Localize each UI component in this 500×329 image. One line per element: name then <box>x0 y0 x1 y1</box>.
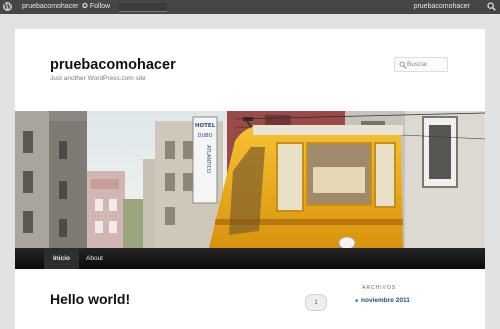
search-placeholder: Buscar <box>407 61 428 68</box>
comments-link[interactable]: 1 <box>305 294 327 311</box>
follow-label: Follow <box>89 3 111 10</box>
page-wrapper: pruebacomohacer Just another WordPress.c… <box>15 29 485 329</box>
admin-bar-site-link[interactable]: pruebacomohacer <box>22 0 78 14</box>
svg-text:ATLANTICO: ATLANTICO <box>205 145 211 173</box>
site-description: Just another WordPress.com site <box>50 75 146 82</box>
wordpress-logo-icon[interactable]: W <box>3 0 13 14</box>
bullet-icon: ■ <box>355 298 359 304</box>
nav-item-about[interactable]: About <box>77 248 112 269</box>
admin-bar-user-link[interactable]: pruebacomohacer <box>414 0 470 14</box>
admin-bar-search-input[interactable] <box>119 3 167 12</box>
archive-link[interactable]: noviembre 2011 <box>361 297 410 304</box>
archives-widget-title: ARCHIVOS <box>362 285 397 291</box>
search-input[interactable]: Buscar <box>394 57 448 72</box>
star-icon: ✪ <box>82 3 88 10</box>
admin-bar: W pruebacomohacer ✪ Follow pruebacomohace… <box>0 0 500 14</box>
follow-button[interactable]: ✪ Follow <box>82 0 110 14</box>
post-title[interactable]: Hello world! <box>50 291 130 307</box>
site-title[interactable]: pruebacomohacer <box>50 57 176 73</box>
nav-item-inicio[interactable]: Inicio <box>44 248 79 269</box>
search-icon <box>399 61 407 69</box>
main-navigation: Inicio About <box>15 248 485 269</box>
svg-text:HOTEL: HOTEL <box>195 123 216 129</box>
search-icon[interactable] <box>487 2 496 11</box>
svg-text:DUBO: DUBO <box>198 133 213 139</box>
archive-list-item[interactable]: ■ noviembre 2011 <box>355 297 410 304</box>
header-image: HOTEL DUBO ATLANTICO <box>15 111 485 248</box>
